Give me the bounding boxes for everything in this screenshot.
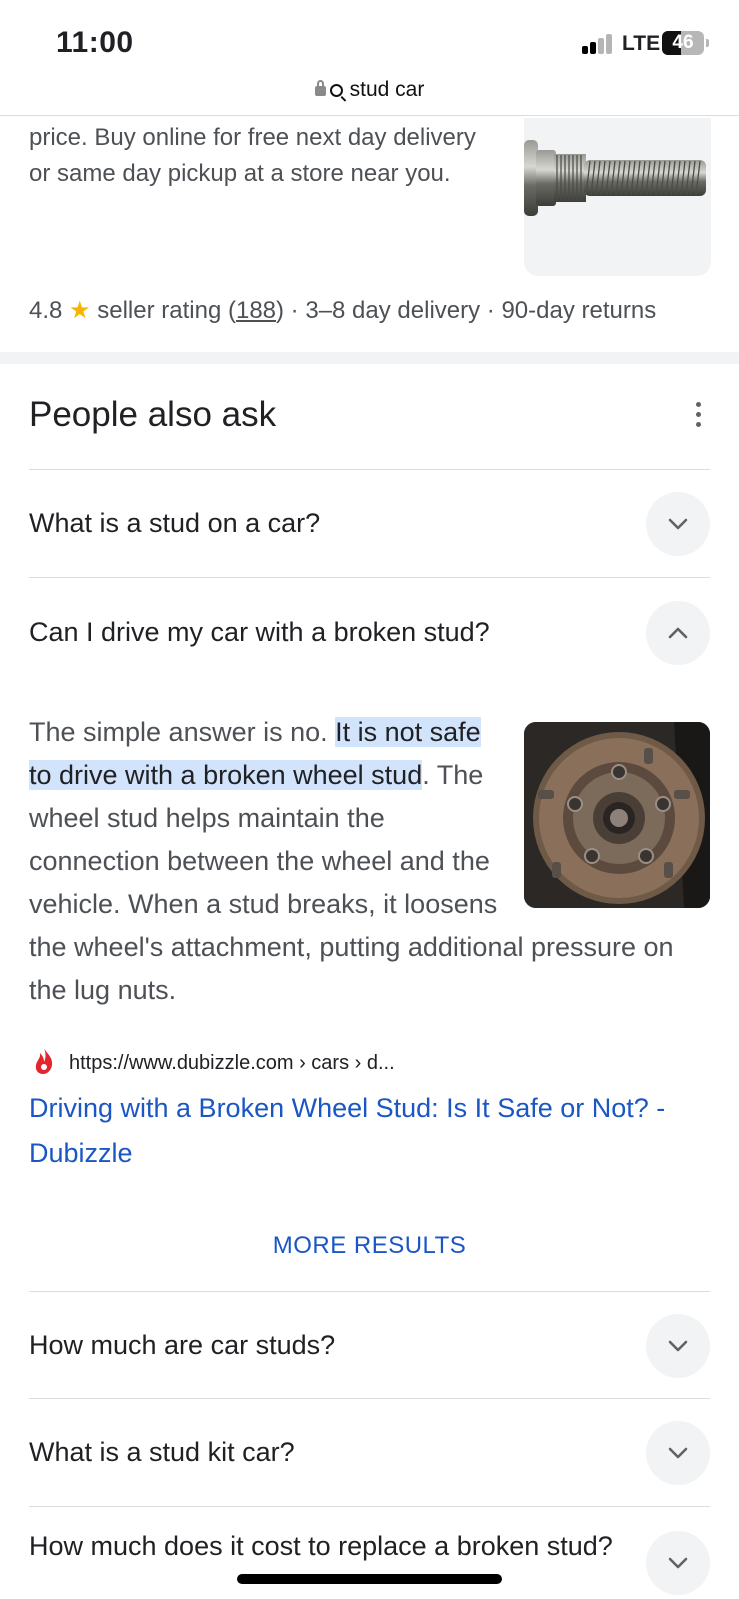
rating-value: 4.8 — [29, 297, 63, 324]
paa-heading: People also ask — [29, 395, 277, 434]
brake-rotor-image[interactable] — [524, 722, 710, 908]
paa-question[interactable]: What is a stud kit car? — [29, 1434, 629, 1470]
address-bar[interactable]: stud car — [0, 76, 739, 116]
lock-icon — [314, 80, 326, 96]
returns-info: 90-day returns — [501, 297, 657, 324]
home-indicator[interactable] — [237, 1574, 502, 1584]
paa-question[interactable]: What is a stud on a car? — [29, 505, 629, 541]
source-citation[interactable]: https://www.dubizzle.com › cars › d... — [33, 1047, 395, 1081]
status-bar: 11:00 LTE 46 — [0, 0, 739, 76]
rating-label: seller rating — [97, 297, 222, 324]
chevron-down-icon — [668, 518, 688, 530]
chevron-down-icon — [668, 1447, 688, 1459]
clock: 11:00 — [56, 26, 134, 59]
search-query[interactable]: stud car — [350, 78, 425, 101]
search-icon — [329, 84, 343, 97]
divider — [29, 469, 710, 470]
divider — [29, 1398, 710, 1399]
paa-answer: The simple answer is no. It is not safe … — [29, 711, 710, 1012]
star-icon: ★ — [69, 297, 91, 324]
wheel-stud-image — [524, 140, 706, 216]
expand-button[interactable] — [646, 1421, 710, 1485]
divider — [29, 1506, 710, 1507]
seller-rating-line: 4.8 ★ seller rating (188) · 3–8 day deli… — [29, 297, 657, 324]
cellular-signal-icon — [582, 34, 616, 54]
result-link[interactable]: Driving with a Broken Wheel Stud: Is It … — [29, 1086, 710, 1176]
collapse-button[interactable] — [646, 601, 710, 665]
dubizzle-favicon-icon — [33, 1047, 55, 1081]
chevron-down-icon — [668, 1340, 688, 1352]
more-results-button[interactable]: MORE RESULTS — [0, 1232, 739, 1260]
expand-button[interactable] — [646, 1531, 710, 1595]
battery-icon: 46 — [662, 31, 704, 55]
divider — [29, 577, 710, 578]
shopping-description: price. Buy online for free next day deli… — [29, 124, 476, 187]
battery-tip — [706, 39, 709, 47]
expand-button[interactable] — [646, 1314, 710, 1378]
battery-percent: 46 — [672, 32, 694, 53]
brake-rotor-icon — [524, 722, 710, 908]
address-bar-content[interactable]: stud car — [0, 78, 739, 102]
divider — [29, 1291, 710, 1292]
delivery-info: 3–8 day delivery — [305, 297, 481, 324]
paa-question[interactable]: Can I drive my car with a broken stud? — [29, 614, 629, 650]
chevron-up-icon — [668, 627, 688, 639]
section-separator — [0, 352, 739, 364]
rating-count[interactable]: 188 — [236, 297, 276, 324]
paa-question[interactable]: How much are car studs? — [29, 1327, 629, 1363]
source-url: https://www.dubizzle.com › cars › d... — [69, 1052, 395, 1074]
more-options-icon[interactable] — [690, 402, 708, 430]
paa-question[interactable]: How much does it cost to replace a broke… — [29, 1528, 619, 1564]
expand-button[interactable] — [646, 492, 710, 556]
network-type: LTE — [622, 32, 661, 55]
answer-intro: The simple answer is no. — [29, 717, 336, 747]
product-thumbnail[interactable] — [524, 118, 711, 276]
chevron-down-icon — [668, 1557, 688, 1569]
